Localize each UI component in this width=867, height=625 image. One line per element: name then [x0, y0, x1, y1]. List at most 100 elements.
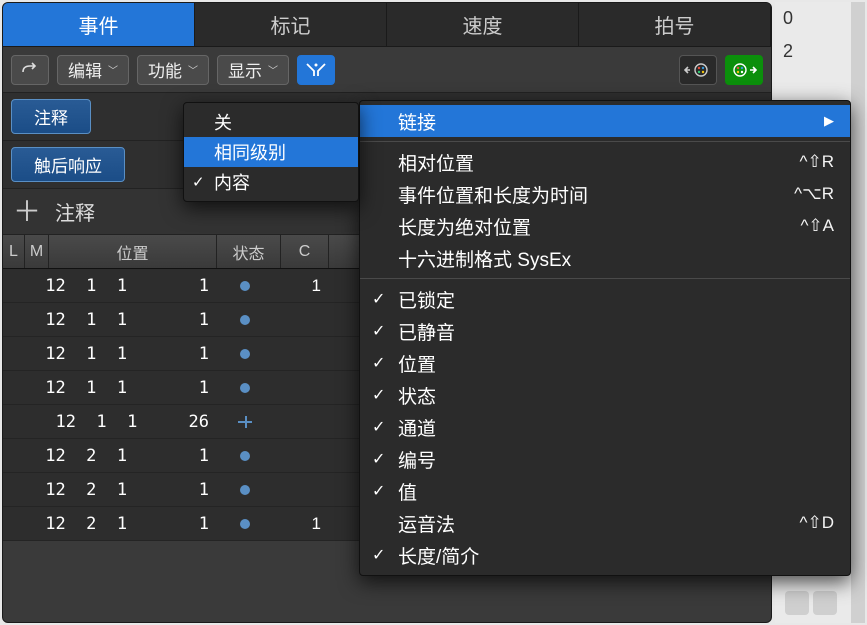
menu-item[interactable]: ✓通道 [360, 411, 850, 443]
appearance-out-button[interactable] [725, 55, 763, 85]
cell-status [217, 315, 281, 325]
submenu-label: 内容 [214, 169, 250, 195]
menu-item-label: 事件位置和长度为时间 [398, 181, 588, 208]
menu-separator [360, 141, 850, 142]
check-icon: ✓ [372, 449, 385, 469]
menu-link[interactable]: 链接 ▶ [360, 105, 850, 137]
cell-position[interactable]: 12 1 1 1 [49, 310, 217, 330]
menu-item-label: 已锁定 [398, 286, 455, 313]
th-status[interactable]: 状态 [217, 235, 281, 268]
submenu-arrow-icon: ▶ [824, 113, 834, 129]
chip-aftertouch[interactable]: 触后响应 [11, 147, 125, 182]
view-label: 显示 [228, 57, 262, 82]
filter-button[interactable] [297, 55, 335, 85]
note-icon [240, 315, 250, 325]
cell-position[interactable]: 12 2 1 1 [49, 514, 217, 534]
back-button[interactable] [11, 55, 49, 85]
menu-item[interactable]: ✓ 已锁定 [360, 283, 850, 315]
cell-channel[interactable]: 1 [281, 276, 329, 296]
check-icon: ✓ [372, 289, 385, 309]
chevron-down-icon: ﹀ [268, 62, 278, 77]
menu-item[interactable]: 相对位置^⇧R [360, 146, 850, 178]
th-L[interactable]: L [3, 235, 25, 268]
menu-item[interactable]: ✓ 长度/简介 [360, 539, 850, 571]
add-label: 注释 [55, 197, 95, 226]
functions-menu-button[interactable]: 功能﹀ [137, 55, 209, 85]
scrollbar[interactable] [851, 2, 865, 623]
menu-item-label: 状态 [398, 382, 436, 409]
rest-icon [238, 421, 252, 423]
chevron-down-icon: ﹀ [108, 62, 118, 77]
palette-right-icon [730, 62, 758, 78]
menu-item[interactable]: 事件位置和长度为时间 ^⌥R [360, 178, 850, 210]
link-submenu: 关相同级别 ✓ 内容 [183, 102, 359, 202]
check-icon: ✓ [372, 353, 385, 373]
cell-status [217, 519, 281, 529]
menu-item-label: 已静音 [398, 318, 455, 345]
menu-link-label: 链接 [398, 108, 436, 135]
tab-bar: 事件 标记 速度 拍号 [3, 3, 771, 47]
cell-position[interactable]: 12 1 1 1 [49, 276, 217, 296]
menu-item[interactable]: 长度为绝对位置 ^⇧A [360, 210, 850, 242]
shortcut-label: ^⇧R [800, 152, 835, 172]
edit-menu-button[interactable]: 编辑 ﹀ [57, 55, 129, 85]
tab-tempo[interactable]: 速度 [387, 3, 579, 47]
view-menu: 链接 ▶ 相对位置^⇧R 事件位置和长度为时间 ^⌥R 长度为绝对位置 ^⇧A 十六进制格… [359, 100, 851, 576]
menu-item[interactable]: 十六进制格式 SysEx [360, 242, 850, 274]
th-position[interactable]: 位置 [49, 235, 217, 268]
edit-label: 编辑 [68, 57, 102, 82]
cell-status [217, 281, 281, 291]
menu-item-label: 运音法 [398, 510, 455, 537]
pager-prev[interactable] [785, 591, 809, 615]
tab-events[interactable]: 事件 [3, 3, 195, 47]
cell-position[interactable]: 12 2 1 1 [49, 480, 217, 500]
menu-item-label: 十六进制格式 SysEx [398, 245, 571, 272]
cell-channel[interactable]: 1 [281, 514, 329, 534]
menu-item[interactable]: 运音法^⇧D [360, 507, 850, 539]
submenu-item[interactable]: 关 [184, 107, 358, 137]
cell-position[interactable]: 12 2 1 1 [49, 446, 217, 466]
submenu-item[interactable]: 相同级别 [184, 137, 358, 167]
submenu-item[interactable]: ✓ 内容 [184, 167, 358, 197]
menu-item-label: 长度/简介 [398, 542, 479, 569]
tab-markers[interactable]: 标记 [195, 3, 387, 47]
check-icon: ✓ [372, 545, 385, 565]
appearance-in-button[interactable] [679, 55, 717, 85]
submenu-label: 相同级别 [214, 139, 286, 165]
menu-item[interactable]: ✓ 状态 [360, 379, 850, 411]
menu-item[interactable]: ✓位置 [360, 347, 850, 379]
menu-item-label: 长度为绝对位置 [398, 213, 531, 240]
cell-status [217, 349, 281, 359]
filter-icon [305, 62, 327, 78]
th-M[interactable]: M [25, 235, 49, 268]
note-icon [240, 451, 250, 461]
view-menu-button[interactable]: 显示 ﹀ [217, 55, 289, 85]
menu-item-label: 编号 [398, 446, 436, 473]
note-icon [240, 485, 250, 495]
check-icon: ✓ [372, 385, 385, 405]
th-channel[interactable]: C [281, 235, 329, 268]
menu-item[interactable]: ✓ 已静音 [360, 315, 850, 347]
menu-item-label: 值 [398, 478, 417, 505]
add-button[interactable]: ＋ [13, 198, 41, 226]
menu-item[interactable]: ✓ 编号 [360, 443, 850, 475]
check-icon: ✓ [372, 321, 385, 341]
check-icon: ✓ [372, 417, 385, 437]
shortcut-label: ^⇧A [800, 216, 834, 236]
cell-status [217, 421, 281, 423]
cell-position[interactable]: 12 1 1 1 [49, 344, 217, 364]
menu-item[interactable]: ✓值 [360, 475, 850, 507]
menu-separator [360, 278, 850, 279]
tab-signature[interactable]: 拍号 [579, 3, 771, 47]
cell-position[interactable]: 12 1 1 26 [49, 412, 217, 432]
pager [785, 591, 837, 615]
func-label: 功能 [148, 57, 182, 82]
check-icon: ✓ [192, 173, 205, 191]
pager-next[interactable] [813, 591, 837, 615]
chip-notes[interactable]: 注释 [11, 99, 91, 134]
note-icon [240, 349, 250, 359]
cell-status [217, 383, 281, 393]
shortcut-label: ^⌥R [794, 184, 834, 204]
cell-position[interactable]: 12 1 1 1 [49, 378, 217, 398]
note-icon [240, 519, 250, 529]
